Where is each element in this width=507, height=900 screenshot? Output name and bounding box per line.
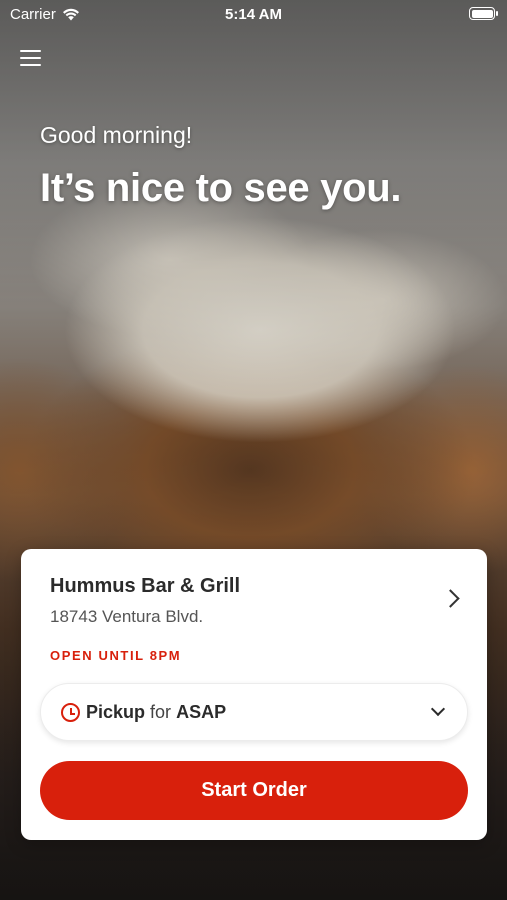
clock-icon (61, 702, 80, 722)
hamburger-menu-icon[interactable] (20, 50, 41, 67)
battery-level (471, 9, 493, 18)
status-time: 5:14 AM (225, 6, 282, 23)
pickup-time: ASAP (176, 701, 227, 722)
pickup-connector: for (150, 701, 172, 722)
chevron-down-icon (430, 701, 446, 717)
battery-icon (469, 7, 498, 20)
open-status-label: OPEN UNTIL 8PM (50, 648, 182, 663)
start-order-button[interactable]: Start Order (40, 761, 468, 820)
store-name: Hummus Bar & Grill (50, 575, 241, 597)
headline-text: It’s nice to see you. (40, 166, 402, 210)
greeting-text: Good morning! (40, 122, 193, 148)
pickup-mode: Pickup (86, 701, 146, 722)
store-address: 18743 Ventura Blvd. (50, 607, 204, 626)
pickup-time-selector[interactable]: Pickup for ASAP (40, 683, 468, 741)
pickup-summary: Pickup for ASAP (86, 702, 226, 723)
store-card: Hummus Bar & Grill 18743 Ventura Blvd. O… (21, 549, 487, 840)
status-bar: Carrier 5:14 AM (0, 0, 507, 30)
store-info-button[interactable]: Hummus Bar & Grill 18743 Ventura Blvd. (50, 575, 467, 635)
